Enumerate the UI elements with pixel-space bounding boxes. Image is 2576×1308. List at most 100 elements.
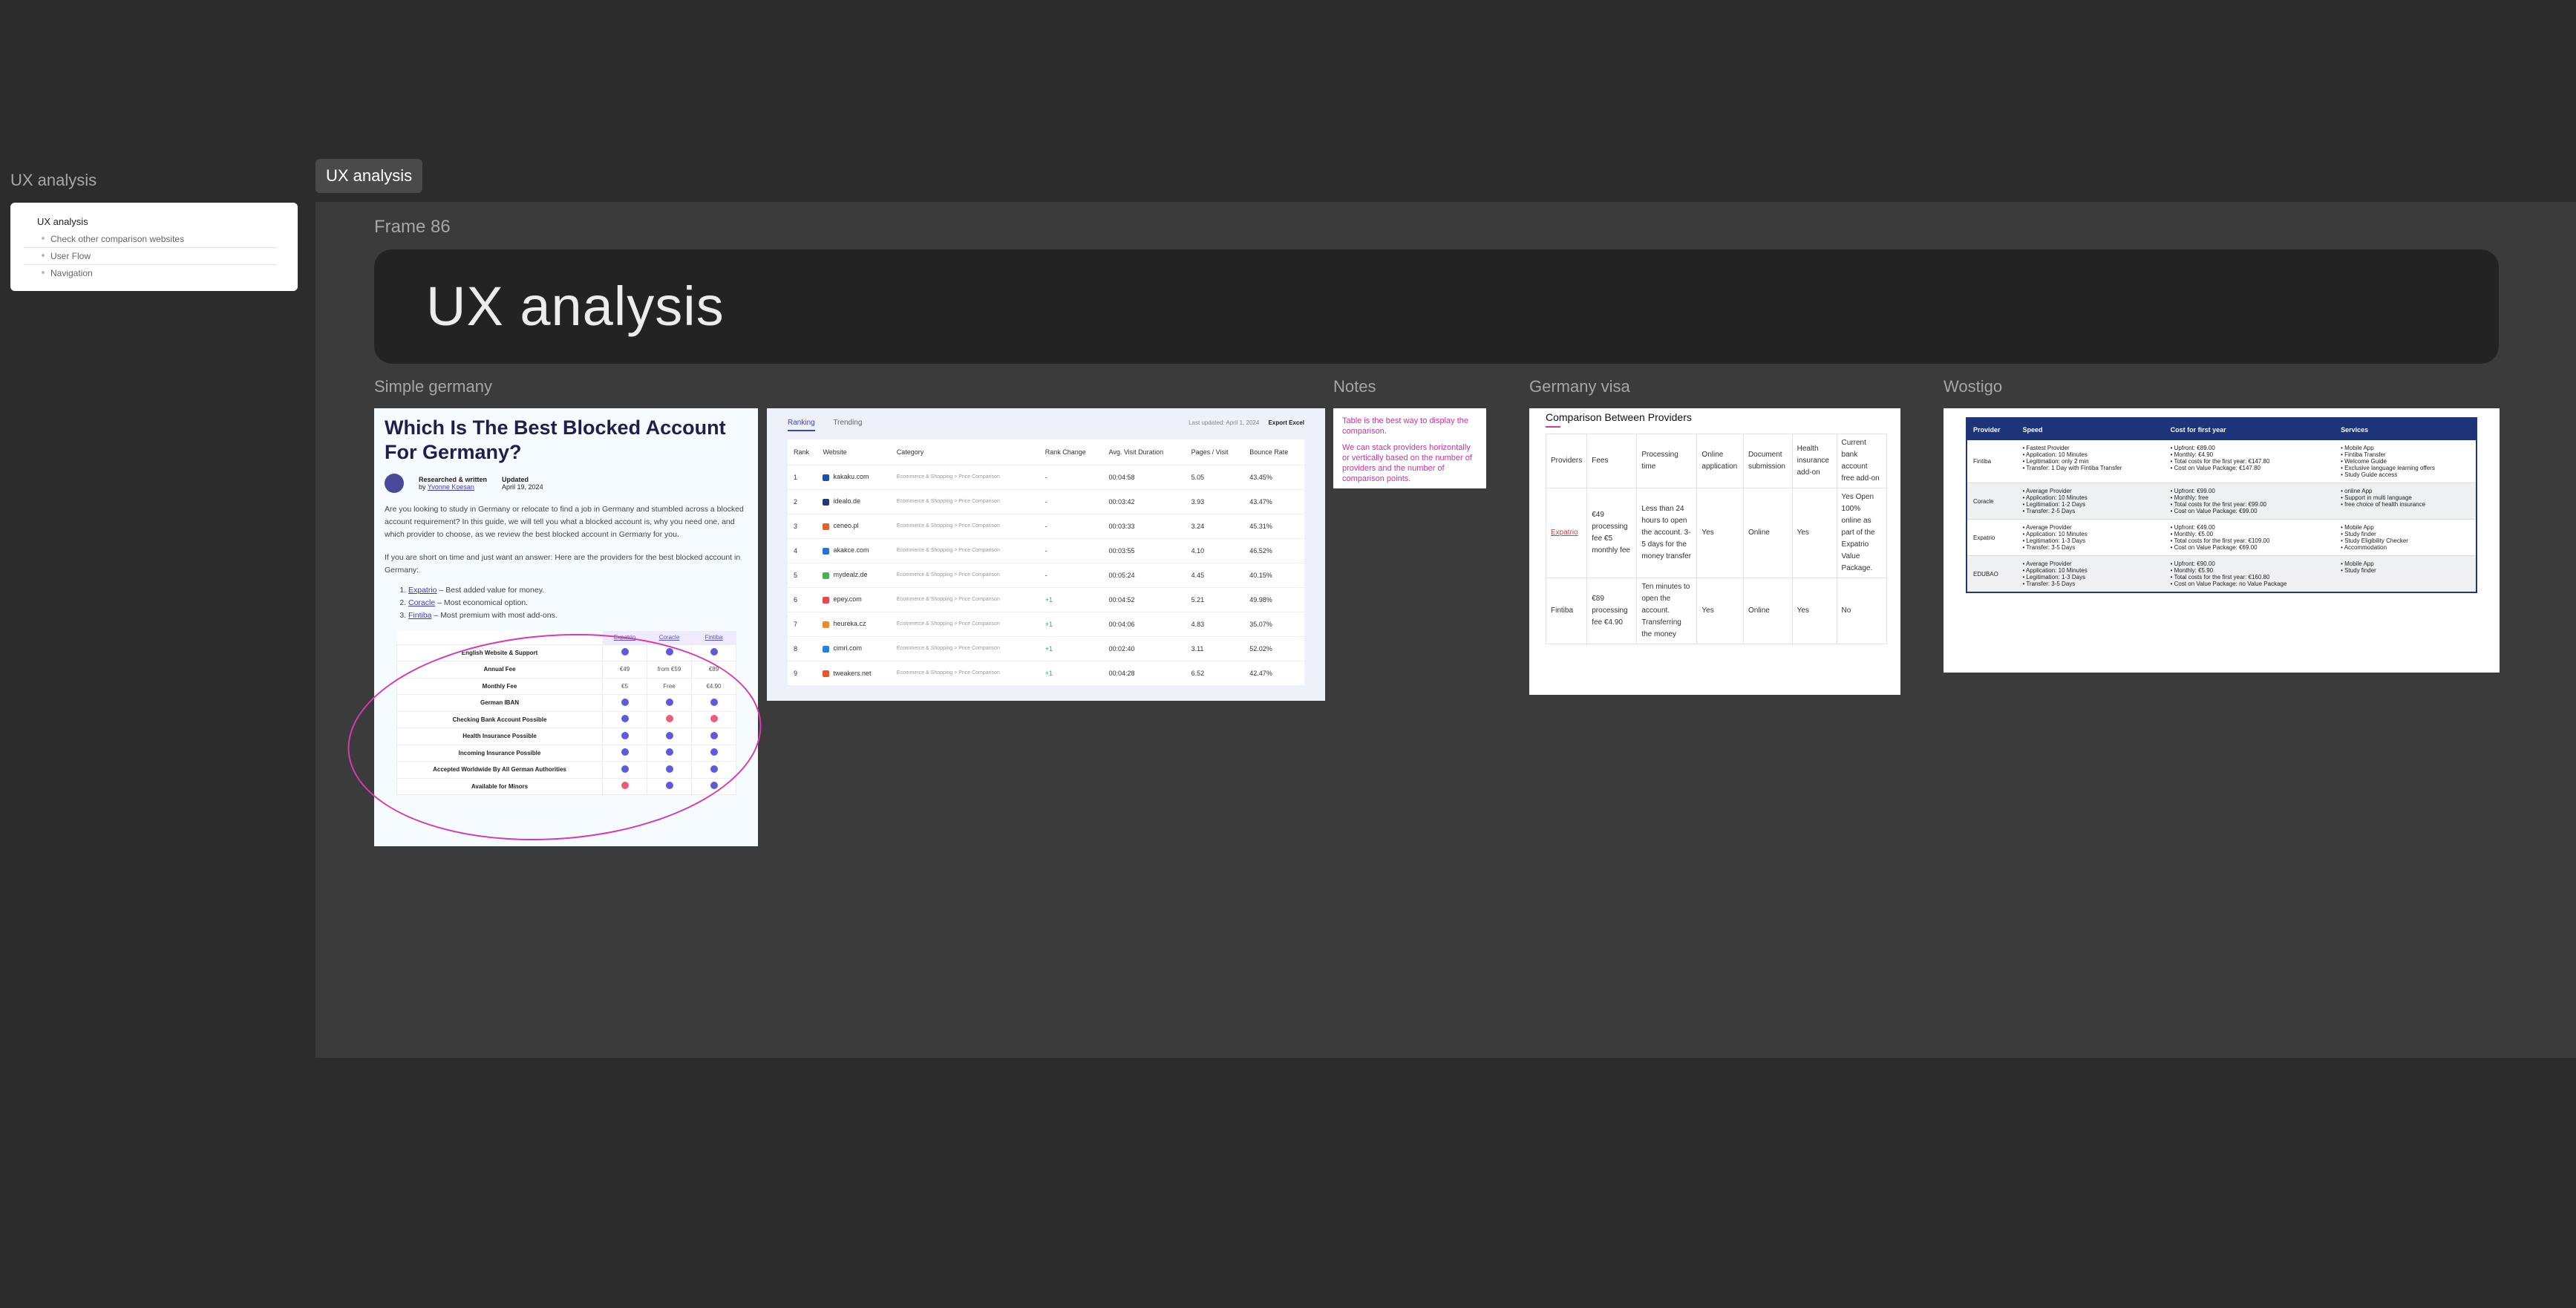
duration-cell: 00:03:55 — [1102, 537, 1186, 563]
list-item: Exclusive language learning offers — [2341, 465, 2470, 471]
frame-label[interactable]: Frame 86 — [374, 217, 451, 238]
list-item: Total costs for the first year: €99.00 — [2171, 501, 2330, 508]
provider-link: Coracle — [408, 598, 436, 607]
provider-link: Fintiba — [408, 611, 432, 620]
cost-cell: Upfront: €89.00Monthly: €4.90Total costs… — [2164, 440, 2335, 483]
column-header: Rank Change — [1045, 448, 1086, 456]
list-item: Transfer: 2-5 Days — [2022, 508, 2158, 514]
outline-heading[interactable]: UX analysis — [37, 216, 284, 227]
table-row: 9 tweakers.net Ecommerce & Shopping > Pric… — [788, 660, 1304, 685]
favicon-icon — [823, 523, 830, 530]
duration-cell: 00:05:24 — [1102, 562, 1186, 587]
wostigo-screenshot[interactable]: Provider Speed Cost for first year Services… — [1944, 408, 2500, 673]
rank-cell: 5 — [788, 562, 817, 587]
duration-cell: 00:03:42 — [1102, 488, 1186, 514]
list-item: free choice of health insurance — [2341, 501, 2470, 508]
list-item: Cost on Value Package: €99.00 — [2171, 508, 2330, 514]
ranking-screenshot[interactable]: Ranking Trending Last updated: April 1, … — [767, 408, 1325, 701]
bounce-cell: 42.47% — [1243, 660, 1304, 685]
list-item: Total costs for the first year: €147.80 — [2171, 458, 2330, 465]
column-header: Provider — [1967, 418, 2017, 440]
table-cell: Less than 24 hours to open the account. … — [1636, 488, 1698, 578]
website-name: akakce.com — [833, 546, 869, 555]
services-list: Mobile AppStudy finder — [2341, 560, 2470, 574]
list-item: Upfront: €90.00 — [2171, 560, 2330, 567]
pages-cell: 3.93 — [1185, 488, 1244, 514]
category-cell: Ecommerce & Shopping > Price Comparison — [890, 611, 1039, 636]
category-cell: Ecommerce & Shopping > Price Comparison — [890, 586, 1039, 612]
ranking-table: Rank Website Category Rank Change Avg. Visit… — [788, 439, 1304, 685]
favicon-icon — [823, 547, 830, 555]
notes-card[interactable]: Table is the best way to display the com… — [1333, 408, 1486, 488]
column-header: Pages / Visit — [1191, 448, 1229, 456]
services-cell: Mobile AppFintiba TransferWelcome GuideE… — [2335, 440, 2477, 483]
rank-change-cell: +1 — [1039, 586, 1103, 612]
rank-cell: 6 — [788, 586, 817, 612]
provider-desc: – Most economical option. — [435, 598, 529, 607]
label-notes[interactable]: Notes — [1333, 377, 1376, 396]
website-cell: epey.com — [817, 586, 891, 612]
website-name: tweakers.net — [833, 669, 872, 677]
author-avatar — [385, 474, 404, 493]
column-header: Cost for first year — [2164, 418, 2335, 440]
favicon-icon — [823, 474, 830, 481]
outline-item[interactable]: Check other comparison websites — [24, 231, 277, 248]
list-item: Study finder — [2341, 567, 2470, 574]
services-cell: Mobile AppStudy finder — [2335, 555, 2477, 593]
ranking-meta: Last updated: April 1, 2024 Export Excel — [1189, 419, 1304, 426]
services-list: Mobile AppFintiba TransferWelcome GuideE… — [2341, 445, 2470, 478]
list-item: Total costs for the first year: €109.00 — [2171, 537, 2330, 544]
list-item: Study Guide access — [2341, 471, 2470, 478]
list-item: Cost on Value Package: €69.00 — [2171, 544, 2330, 551]
column-header: Services — [2335, 418, 2477, 440]
category-cell: Ecommerce & Shopping > Price Comparison — [890, 464, 1039, 489]
table-cell: Yes — [1791, 488, 1837, 578]
rank-cell: 1 — [788, 464, 817, 489]
rank-change-cell: - — [1039, 464, 1103, 489]
favicon-icon — [823, 645, 830, 653]
cost-list: Upfront: €99.00Monthly: freeTotal costs … — [2171, 488, 2330, 514]
export-excel-button: Export Excel — [1268, 419, 1304, 426]
speed-list: Average ProviderApplication: 10 MinutesL… — [2022, 524, 2158, 551]
title-underline — [1546, 426, 1560, 428]
author-info: Researched & written by Yvonne Koesan — [419, 476, 487, 491]
blog-paragraph: Are you looking to study in Germany or r… — [385, 505, 744, 539]
list-item: Application: 10 Minutes — [2022, 494, 2158, 501]
label-simple-germany[interactable]: Simple germany — [374, 377, 492, 396]
speed-list: Average ProviderApplication: 10 MinutesL… — [2022, 488, 2158, 514]
outline-item[interactable]: Navigation — [24, 265, 277, 281]
label-germany-visa[interactable]: Germany visa — [1529, 377, 1630, 396]
outline-item[interactable]: User Flow — [24, 248, 277, 265]
table-row: ExpatrioAverage ProviderApplication: 10 … — [1967, 519, 2477, 556]
list-item: Fintiba – Most premium with most add-ons… — [408, 609, 748, 622]
column-header: Providers — [1545, 434, 1588, 488]
duration-cell: 00:03:33 — [1102, 513, 1186, 538]
favicon-icon — [823, 670, 830, 677]
provider-name: Coracle — [1967, 483, 2017, 520]
note-text: Table is the best way to display the com… — [1342, 416, 1468, 436]
table-row: 4 akakce.com Ecommerce & Shopping > Price … — [788, 537, 1304, 563]
table-cell: Online — [1742, 578, 1793, 644]
website-cell: ceneo.pl — [817, 513, 891, 538]
updated-info: Updated April 19, 2024 — [502, 476, 543, 491]
column-header: Health insurance add-on — [1791, 434, 1837, 488]
rank-change-cell: +1 — [1039, 635, 1103, 661]
section-tab[interactable]: UX analysis — [316, 159, 423, 193]
table-row: EDUBAOAverage ProviderApplication: 10 Mi… — [1967, 555, 2477, 593]
provider-desc: – Most premium with most add-ons. — [431, 611, 558, 620]
provider-name: Expatrio — [1967, 519, 2017, 556]
website-cell: idealo.de — [817, 488, 891, 514]
speed-cell: Average ProviderApplication: 10 MinutesL… — [2016, 555, 2165, 593]
list-item: Mobile App — [2341, 524, 2470, 531]
label-wostigo[interactable]: Wostigo — [1944, 377, 2002, 396]
table-cell: €49 processing fee €5 monthly fee — [1586, 488, 1638, 578]
wostigo-table: Provider Speed Cost for first year Services… — [1966, 417, 2477, 593]
list-item: Monthly: €5.00 — [2171, 531, 2330, 537]
list-item: Upfront: €89.00 — [2171, 445, 2330, 451]
bounce-cell: 35.07% — [1243, 611, 1304, 636]
table-cell: Yes Open 100% online as part of the Expa… — [1836, 488, 1888, 578]
cost-cell: Upfront: €90.00Monthly: €5.90Total costs… — [2164, 555, 2335, 593]
tab-trending: Trending — [833, 418, 863, 427]
germany-visa-screenshot[interactable]: Comparison Between Providers Providers Fe… — [1529, 408, 1900, 695]
list-item: Transfer: 1 Day with Fintiba Transfer — [2022, 465, 2158, 471]
